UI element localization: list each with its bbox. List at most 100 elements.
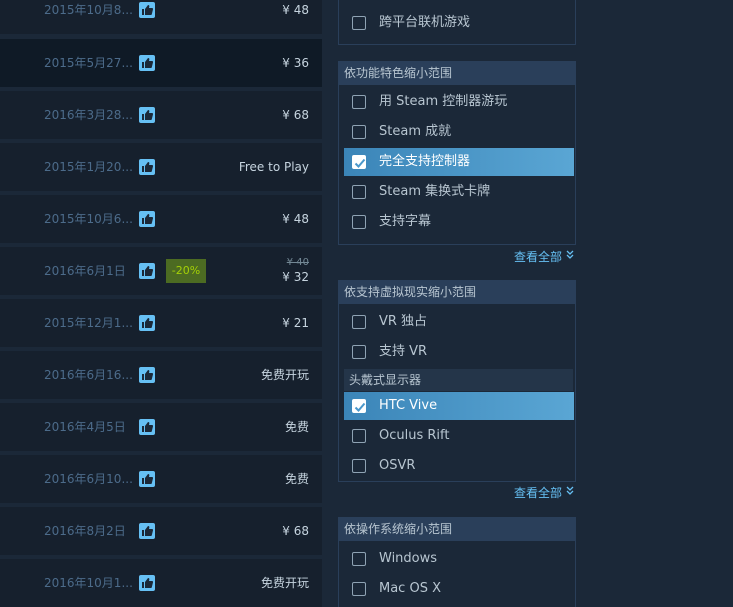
- search-results-list: 2015年10月8... ¥ 48 2015年5月27... ¥ 36 2016…: [0, 0, 322, 607]
- filter-option-subtitles[interactable]: 支持字幕: [344, 208, 574, 236]
- vr-headset-subheader: 头戴式显示器: [344, 369, 573, 391]
- filter-option-label: Steam 集换式卡牌: [379, 184, 491, 199]
- final-price: ¥ 32: [282, 270, 309, 284]
- result-row[interactable]: 2016年3月28... ¥ 68: [0, 91, 322, 139]
- double-chevron-down-icon: [566, 485, 574, 501]
- result-row[interactable]: 2016年6月10... 免费: [0, 455, 322, 503]
- thumbs-up-icon: [139, 523, 155, 539]
- filter-option-label: Oculus Rift: [379, 428, 450, 443]
- release-date: 2016年10月1...: [44, 576, 133, 590]
- double-chevron-down-icon: [566, 249, 574, 265]
- thumbs-up-icon: [139, 2, 155, 18]
- filter-option-label: Steam 成就: [379, 124, 452, 139]
- checkbox[interactable]: [352, 459, 366, 473]
- thumbs-up-icon: [139, 159, 155, 175]
- result-row[interactable]: 2016年4月5日 免费: [0, 403, 322, 451]
- checkbox[interactable]: [352, 345, 366, 359]
- filter-option-htc-vive[interactable]: HTC Vive: [344, 392, 574, 420]
- checkmark-icon: [354, 402, 366, 412]
- checkbox[interactable]: [352, 429, 366, 443]
- result-row[interactable]: 2015年1月20... Free to Play: [0, 143, 322, 191]
- price: ¥ 48: [282, 212, 309, 226]
- thumbs-up-icon: [139, 211, 155, 227]
- thumbs-up-icon: [139, 419, 155, 435]
- price: ¥ 36: [282, 56, 309, 70]
- original-price: ¥ 40: [286, 257, 309, 268]
- price: 免费: [284, 472, 309, 486]
- filter-header-vr[interactable]: 依支持虚拟现实缩小范围: [338, 280, 576, 304]
- release-date: 2016年4月5日: [44, 420, 126, 434]
- see-all-vr-link[interactable]: 查看全部: [514, 485, 574, 501]
- filter-header-features[interactable]: 依功能特色缩小范围: [338, 61, 576, 85]
- see-all-features-link[interactable]: 查看全部: [514, 249, 574, 265]
- result-row[interactable]: 2015年12月1... ¥ 21: [0, 299, 322, 347]
- filter-option-cross-platform[interactable]: 跨平台联机游戏: [344, 9, 574, 37]
- release-date: 2016年8月2日: [44, 524, 126, 538]
- filter-option-osvr[interactable]: OSVR: [344, 452, 574, 480]
- filter-option-label: OSVR: [379, 458, 416, 473]
- filter-option-oculus-rift[interactable]: Oculus Rift: [344, 422, 574, 450]
- filter-option-label: HTC Vive: [379, 398, 438, 413]
- filter-option-windows[interactable]: Windows: [344, 545, 574, 573]
- release-date: 2016年3月28...: [44, 108, 133, 122]
- result-row[interactable]: 2015年10月8... ¥ 48: [0, 0, 322, 34]
- filter-option-full-controller-support[interactable]: 完全支持控制器: [344, 148, 574, 176]
- filter-box-partial: 跨平台联机游戏: [338, 0, 576, 45]
- result-row[interactable]: 2016年10月1... 免费开玩: [0, 559, 322, 607]
- filter-option-label: Windows: [379, 551, 438, 566]
- filter-option-steam-controller[interactable]: 用 Steam 控制器游玩: [344, 88, 574, 116]
- filter-option-label: VR 独占: [379, 314, 428, 329]
- checkbox[interactable]: [352, 16, 366, 30]
- price: ¥ 68: [282, 524, 309, 538]
- checkbox-checked[interactable]: [352, 155, 366, 169]
- result-row[interactable]: 2016年6月16... 免费开玩: [0, 351, 322, 399]
- filter-option-achievements[interactable]: Steam 成就: [344, 118, 574, 146]
- result-row[interactable]: 2015年5月27... ¥ 36: [0, 39, 322, 87]
- filter-box-vr: VR 独占 支持 VR 头戴式显示器 HTC Vive Oculus Rift …: [338, 304, 576, 482]
- checkbox[interactable]: [352, 125, 366, 139]
- price: ¥ 68: [282, 108, 309, 122]
- filter-option-label: 用 Steam 控制器游玩: [379, 94, 508, 109]
- filter-option-label: 支持字幕: [379, 214, 432, 229]
- filter-option-label: 跨平台联机游戏: [379, 15, 471, 30]
- checkbox[interactable]: [352, 552, 366, 566]
- thumbs-up-icon: [139, 367, 155, 383]
- filter-option-vr-only[interactable]: VR 独占: [344, 308, 574, 336]
- price: Free to Play: [238, 160, 309, 174]
- thumbs-up-icon: [139, 55, 155, 71]
- release-date: 2015年12月1...: [44, 316, 133, 330]
- thumbs-up-icon: [139, 107, 155, 123]
- price: ¥ 48: [282, 3, 309, 17]
- see-all-label: 查看全部: [513, 250, 562, 264]
- result-row[interactable]: 2016年8月2日 ¥ 68: [0, 507, 322, 555]
- price: 免费: [284, 420, 309, 434]
- filter-option-trading-cards[interactable]: Steam 集换式卡牌: [344, 178, 574, 206]
- release-date: 2015年1月20...: [44, 160, 133, 174]
- thumbs-up-icon: [139, 263, 155, 279]
- thumbs-up-icon: [139, 471, 155, 487]
- checkbox-checked[interactable]: [352, 399, 366, 413]
- result-row[interactable]: 2016年6月1日 -20% ¥ 40 ¥ 32: [0, 247, 322, 295]
- filter-box-os: Windows Mac OS X: [338, 541, 576, 607]
- checkbox[interactable]: [352, 185, 366, 199]
- result-row[interactable]: 2015年10月6... ¥ 48: [0, 195, 322, 243]
- checkbox[interactable]: [352, 315, 366, 329]
- release-date: 2016年6月16...: [44, 368, 133, 382]
- price: 免费开玩: [260, 576, 309, 590]
- see-all-label: 查看全部: [513, 486, 562, 500]
- checkmark-icon: [354, 158, 366, 168]
- filter-option-mac[interactable]: Mac OS X: [344, 575, 574, 603]
- checkbox[interactable]: [352, 215, 366, 229]
- release-date: 2015年10月8...: [44, 3, 133, 17]
- checkbox[interactable]: [352, 582, 366, 596]
- release-date: 2015年5月27...: [44, 56, 133, 70]
- release-date: 2016年6月10...: [44, 472, 133, 486]
- filter-option-vr-supported[interactable]: 支持 VR: [344, 338, 574, 366]
- filter-box-features: 用 Steam 控制器游玩 Steam 成就 完全支持控制器 Steam 集换式…: [338, 85, 576, 245]
- filter-option-label: 完全支持控制器: [379, 154, 471, 169]
- filter-option-label: 支持 VR: [379, 344, 428, 359]
- release-date: 2015年10月6...: [44, 212, 133, 226]
- filter-header-os[interactable]: 依操作系统缩小范围: [338, 517, 576, 541]
- checkbox[interactable]: [352, 95, 366, 109]
- filter-option-label: Mac OS X: [379, 581, 441, 596]
